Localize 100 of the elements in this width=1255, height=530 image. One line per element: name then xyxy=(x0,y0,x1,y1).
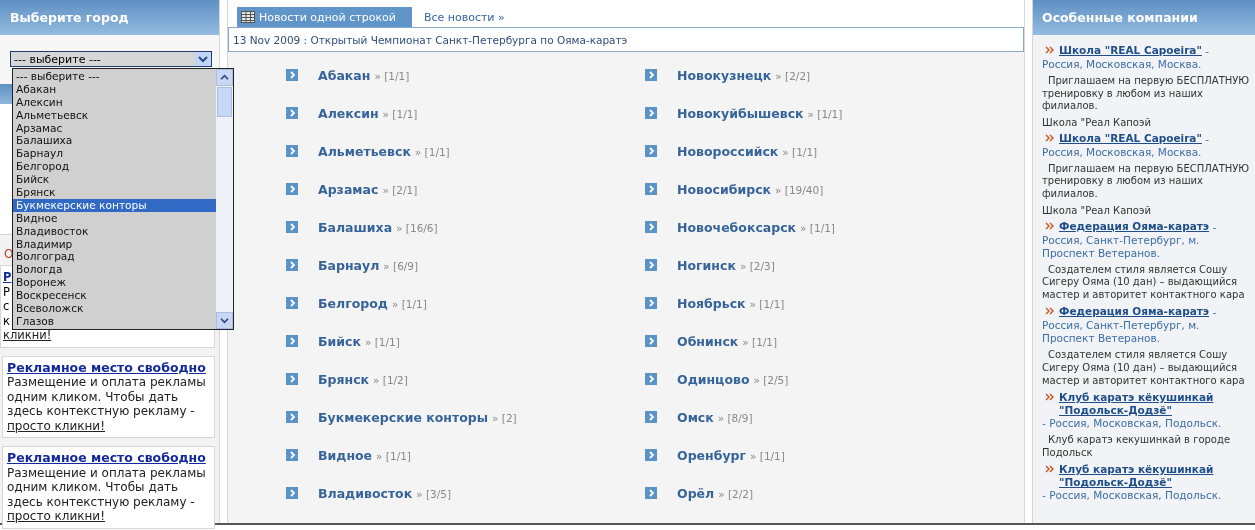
city-link[interactable]: Бийск xyxy=(318,334,361,349)
dropdown-option[interactable]: Видное xyxy=(13,211,216,225)
company-description: Приглашаем на первую БЕСПЛАТНУЮ тренировку в любом из наших филиалов. xyxy=(1042,75,1251,113)
company-entry: Федерация Ояма-каратэ - Россия, Санкт-Петербург, м. Проспект Ветеранов. xyxy=(1042,305,1218,346)
ad-text: Размещение и оплата рекламы одним кликом. Чтобы дать здесь контекстную рекламу - просто кликни! xyxy=(7,375,207,433)
city-link[interactable]: Обнинск xyxy=(677,334,739,349)
city-link[interactable]: Ногинск xyxy=(677,258,736,273)
dropdown-option[interactable]: Вологда xyxy=(13,263,216,277)
news-headline[interactable]: 13 Nov 2009 : Открытый Чемпионат Санкт-Петербурга по Ояма-каратэ xyxy=(228,27,1024,52)
city-link[interactable]: Балашиха xyxy=(318,220,393,235)
city-count: » [1/1] xyxy=(376,450,411,462)
ad-link[interactable]: просто кликни! xyxy=(7,509,105,523)
ad-text: к xyxy=(3,313,10,328)
city-link[interactable]: Новокузнецк xyxy=(677,68,772,83)
city-link[interactable]: Барнаул xyxy=(318,258,380,273)
scrollbar-thumb[interactable] xyxy=(217,87,232,117)
city-link[interactable]: Новороссийск xyxy=(677,144,779,159)
table-icon xyxy=(241,11,255,23)
dropdown-option[interactable]: Владимир xyxy=(13,237,216,251)
dropdown-option[interactable]: Волгоград xyxy=(13,250,216,264)
city-link[interactable]: Одинцово xyxy=(677,372,750,387)
ad-title-link[interactable]: Р xyxy=(3,270,12,285)
city-link[interactable]: Новокуйбышевск xyxy=(677,106,804,121)
city-link[interactable]: Букмекерские конторы xyxy=(318,410,489,425)
city-count: » [8/9] xyxy=(717,412,753,424)
city-link[interactable]: Новочебоксарск xyxy=(677,220,797,235)
city-count: » [1/1] xyxy=(807,108,843,120)
city-link[interactable]: Омск xyxy=(677,410,714,425)
city-link[interactable]: Арзамас xyxy=(318,182,379,197)
ad-text: Р xyxy=(3,284,10,299)
news-tab[interactable]: Все новости » xyxy=(411,7,519,27)
dropdown-option[interactable]: Арзамас xyxy=(13,121,216,135)
city-link[interactable]: Видное xyxy=(318,448,373,463)
dropdown-option[interactable]: Белгород xyxy=(13,160,216,174)
city-count: » [2/5] xyxy=(753,374,789,386)
city-link[interactable]: Орёл xyxy=(677,486,715,501)
dropdown-list[interactable]: --- выберите --- Абакан Алексин Альметьевск Арзамас Балашиха Барнаул Белгород Бийск Брянск Букмекерские конторы Видное Владивосток Владимир Волгоград Вологда Воронеж Воскресенск Всеволожск Глазов xyxy=(12,68,234,330)
dropdown-option[interactable]: Всеволожск xyxy=(13,302,216,315)
company-link[interactable]: Школа "REAL Capoeira" xyxy=(1059,131,1202,145)
company-link[interactable]: Школа "REAL Capoeira" xyxy=(1059,44,1202,57)
dropdown-option[interactable]: Брянск xyxy=(13,186,216,199)
dropdown-option[interactable]: --- выберите --- xyxy=(13,70,216,83)
company-entry: Клуб каратэ кёкушинкай "Подольск-Додзё" - Россия, Московская, Подольск. xyxy=(1042,391,1251,431)
company-link[interactable]: Федерация Ояма-каратэ xyxy=(1059,219,1210,233)
dropdown-option[interactable]: Букмекерские конторы xyxy=(13,198,216,212)
city-link[interactable]: Ноябрьск xyxy=(677,296,746,311)
city-count: » [1/2] xyxy=(373,374,408,386)
dropdown-option[interactable]: Балашиха xyxy=(13,134,216,148)
city-count: » [1/1] xyxy=(749,298,785,310)
city-link[interactable]: Белгород xyxy=(318,296,388,311)
company-description: Создателем стиля является Сошу Сигеру Ояма (10 дан) – выдающийся мастер и авторитет контактного кара xyxy=(1042,263,1246,302)
company-description: Создателем стиля является Сошу Сигеру Ояма (10 дан) – выдающийся мастер и авторитет контактного кара xyxy=(1042,349,1246,388)
dropdown-option[interactable]: Абакан xyxy=(13,82,216,96)
city-link[interactable]: Владивосток xyxy=(318,486,413,501)
dropdown-option[interactable]: Владивосток xyxy=(13,224,216,238)
city-count: » [1/1] xyxy=(742,336,778,348)
city-count: » [6/9] xyxy=(383,260,419,272)
panel-header: Выберите город xyxy=(0,0,219,35)
city-count: » [2/1] xyxy=(382,184,418,196)
city-link[interactable]: Алексин xyxy=(318,106,379,121)
dropdown-option[interactable]: Воскресенск xyxy=(13,289,216,303)
city-count: » [19/40] xyxy=(775,184,824,196)
city-count: » [1/1] xyxy=(382,108,418,120)
dropdown-option[interactable]: Бийск xyxy=(13,173,216,186)
dropdown-option[interactable]: Алексин xyxy=(13,95,216,109)
scroll-down-icon[interactable] xyxy=(216,312,233,329)
city-link[interactable]: Оренбург xyxy=(677,448,747,463)
ad-title-link[interactable]: Рекламное место свободно xyxy=(7,360,210,375)
dropdown-option[interactable]: Барнаул xyxy=(13,147,216,161)
company-description: Клуб каратэ кекушинкай в городе Подольск xyxy=(1042,434,1232,460)
ad-title-link[interactable]: Рекламное место свободно xyxy=(7,451,210,466)
company-entry: Школа "REAL Capoeira" - Россия, Московская, Москва. xyxy=(1042,44,1211,71)
city-link[interactable]: Новосибирск xyxy=(677,182,772,197)
city-count: » [3/5] xyxy=(416,488,452,500)
city-link[interactable]: Брянск xyxy=(318,372,370,387)
city-count: » [1/1] xyxy=(391,298,427,310)
city-count: » [2/2] xyxy=(775,70,811,82)
ad-text: Размещение и оплата рекламы одним кликом. Чтобы дать здесь контекстную рекламу - просто кликни! xyxy=(7,465,207,524)
ad-link[interactable]: кликни! xyxy=(3,328,52,343)
company-entry: Клуб каратэ кёкушинкай "Подольск-Додзё" - Россия, Московская, Подольск. xyxy=(1042,463,1251,503)
city-select[interactable]: --- выберите --- xyxy=(10,51,212,67)
city-link[interactable]: Абакан xyxy=(318,68,371,83)
company-link[interactable]: Федерация Ояма-каратэ xyxy=(1059,305,1210,319)
company-entry: Федерация Ояма-каратэ - Россия, Санкт-Петербург, м. Проспект Ветеранов. xyxy=(1042,219,1218,260)
panel-header: Особенные компании xyxy=(1033,0,1255,35)
city-count: » [1/1] xyxy=(800,222,835,234)
city-count: » [1/1] xyxy=(374,70,410,82)
dropdown-option[interactable]: Глазов xyxy=(13,314,216,328)
city-count: » [2/2] xyxy=(718,488,754,500)
company-note: Школа "Реал Капоэй xyxy=(1042,204,1152,216)
company-link[interactable]: Клуб каратэ кёкушинкай "Подольск-Додзё" xyxy=(1059,463,1250,490)
scroll-up-icon[interactable] xyxy=(216,69,233,86)
city-link[interactable]: Альметьевск xyxy=(318,144,411,159)
company-note: Школа "Реал Капоэй xyxy=(1042,116,1152,128)
city-count: » [1/1] xyxy=(364,336,400,348)
city-count: » [1/1] xyxy=(782,146,818,158)
company-link[interactable]: Клуб каратэ кёкушинкай "Подольск-Додзё" xyxy=(1059,391,1250,418)
dropdown-option[interactable]: Воронеж xyxy=(13,276,216,290)
dropdown-option[interactable]: Альметьевск xyxy=(13,108,216,122)
ad-link[interactable]: просто кликни! xyxy=(7,418,105,433)
